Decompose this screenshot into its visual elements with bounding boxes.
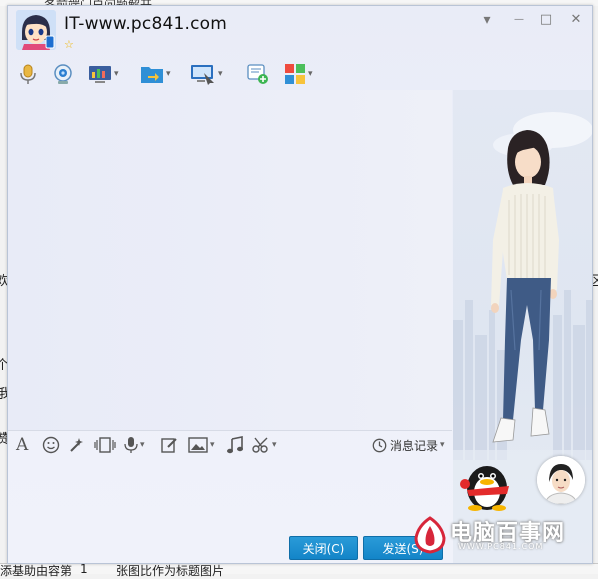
shake-window-icon[interactable]: [94, 435, 116, 455]
microphone-icon[interactable]: [18, 62, 38, 86]
background-bottom-left: 添基助由容第: [0, 564, 73, 578]
edit-icon[interactable]: [160, 435, 178, 455]
add-app-icon[interactable]: [246, 62, 270, 86]
message-history-label: 消息记录: [390, 438, 439, 453]
watermark-logo-icon: [414, 516, 446, 554]
font-icon[interactable]: A: [16, 435, 28, 455]
chat-window: IT-www.pc841.com ☆ ▾ — □ ✕ ▾ ▾ ▾ ▾ A ▾ ▾…: [7, 5, 593, 564]
magic-expression-icon[interactable]: [68, 435, 86, 455]
share-screen-icon[interactable]: ▾: [88, 62, 119, 86]
remote-desktop-icon[interactable]: ▾: [190, 62, 223, 86]
close-chat-button[interactable]: 关闭(C): [289, 536, 358, 560]
close-button[interactable]: ✕: [568, 12, 584, 28]
minimize-button[interactable]: —: [511, 12, 527, 28]
background-bottom-num: 1: [80, 562, 88, 576]
clock-icon: [372, 438, 387, 452]
format-toolbar: A ▾ ▾ ▾ 消息记录 ▾: [8, 430, 452, 459]
voice-message-icon[interactable]: ▾: [124, 435, 145, 455]
message-history-area[interactable]: [8, 90, 452, 430]
watermark-url: WWW.PC841.COM: [458, 542, 544, 551]
apps-grid-icon[interactable]: ▾: [284, 62, 313, 86]
emoji-icon[interactable]: [42, 435, 60, 455]
message-input[interactable]: [8, 458, 452, 533]
maximize-button[interactable]: □: [538, 12, 554, 28]
site-watermark: 电脑百事网 WWW.PC841.COM: [412, 514, 588, 556]
contact-avatar[interactable]: [16, 10, 56, 50]
vip-star-icon: ☆: [64, 38, 74, 51]
self-avatar[interactable]: [537, 456, 585, 504]
music-icon[interactable]: [226, 435, 244, 455]
background-bottom-right: 张图比作为标题图片: [116, 564, 225, 578]
dropdown-icon[interactable]: ▾: [479, 12, 495, 28]
video-camera-icon[interactable]: [52, 62, 74, 86]
send-file-icon[interactable]: ▾: [140, 62, 171, 86]
window-title: IT-www.pc841.com: [64, 14, 228, 34]
screenshot-scissors-icon[interactable]: ▾: [252, 435, 277, 455]
character-show-panel: [453, 90, 592, 563]
message-history-button[interactable]: 消息记录 ▾: [372, 435, 445, 455]
image-icon[interactable]: ▾: [188, 435, 215, 455]
